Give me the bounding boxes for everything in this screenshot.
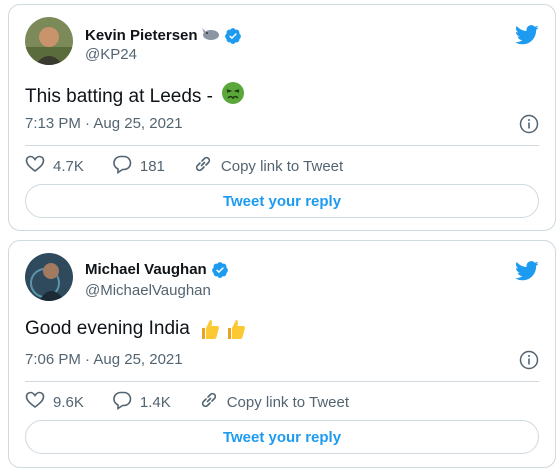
like-count: 4.7K	[53, 157, 84, 175]
link-icon	[193, 154, 213, 179]
tweet-your-reply-button[interactable]: Tweet your reply	[25, 184, 539, 218]
copy-link-button[interactable]: Copy link to Tweet	[199, 390, 349, 415]
copy-link-label: Copy link to Tweet	[226, 393, 350, 411]
tweet-timestamp[interactable]: 7:06 PM · Aug 25, 2021	[25, 351, 183, 369]
heart-icon	[25, 154, 45, 179]
twitter-bird-icon[interactable]	[515, 25, 539, 45]
link-icon	[199, 390, 219, 415]
tweet-text: Good evening India	[25, 318, 190, 339]
reply-count-button[interactable]: 181	[112, 154, 165, 179]
avatar[interactable]	[25, 253, 73, 301]
verified-badge-icon	[211, 261, 229, 279]
tweet-timestamp[interactable]: 7:13 PM · Aug 25, 2021	[25, 115, 183, 133]
author-name[interactable]: Kevin Pietersen	[85, 27, 198, 45]
rhinoceros-icon	[201, 25, 220, 46]
avatar[interactable]	[25, 17, 73, 65]
copy-link-button[interactable]: Copy link to Tweet	[193, 154, 343, 179]
twitter-bird-icon[interactable]	[515, 261, 539, 281]
info-icon[interactable]	[519, 114, 539, 134]
like-count: 9.6K	[53, 393, 84, 411]
copy-link-label: Copy link to Tweet	[220, 157, 344, 175]
tweet-text: This batting at Leeds -	[25, 85, 213, 107]
tweet-card[interactable]: Michael Vaughan @MichaelVaughan Good eve…	[8, 240, 556, 468]
reply-count-button[interactable]: 1.4K	[112, 390, 171, 415]
heart-icon	[25, 390, 45, 415]
nauseated-face-icon	[221, 81, 245, 112]
info-icon[interactable]	[519, 350, 539, 370]
speech-bubble-icon	[112, 154, 132, 179]
author-handle[interactable]: @MichaelVaughan	[85, 282, 211, 300]
tweet-your-reply-button[interactable]: Tweet your reply	[25, 420, 539, 454]
author-handle[interactable]: @KP24	[85, 46, 137, 64]
verified-badge-icon	[224, 27, 242, 45]
tweet-card[interactable]: Kevin Pietersen @KP24 This batting at Le…	[8, 4, 556, 231]
divider	[25, 145, 539, 146]
reply-count: 181	[139, 157, 165, 175]
reply-count: 1.4K	[139, 393, 171, 411]
divider	[25, 381, 539, 382]
like-button[interactable]: 9.6K	[25, 390, 84, 415]
speech-bubble-icon	[112, 390, 132, 415]
author-name[interactable]: Michael Vaughan	[85, 261, 207, 279]
thumbs-up-icon	[198, 317, 248, 341]
like-button[interactable]: 4.7K	[25, 154, 84, 179]
